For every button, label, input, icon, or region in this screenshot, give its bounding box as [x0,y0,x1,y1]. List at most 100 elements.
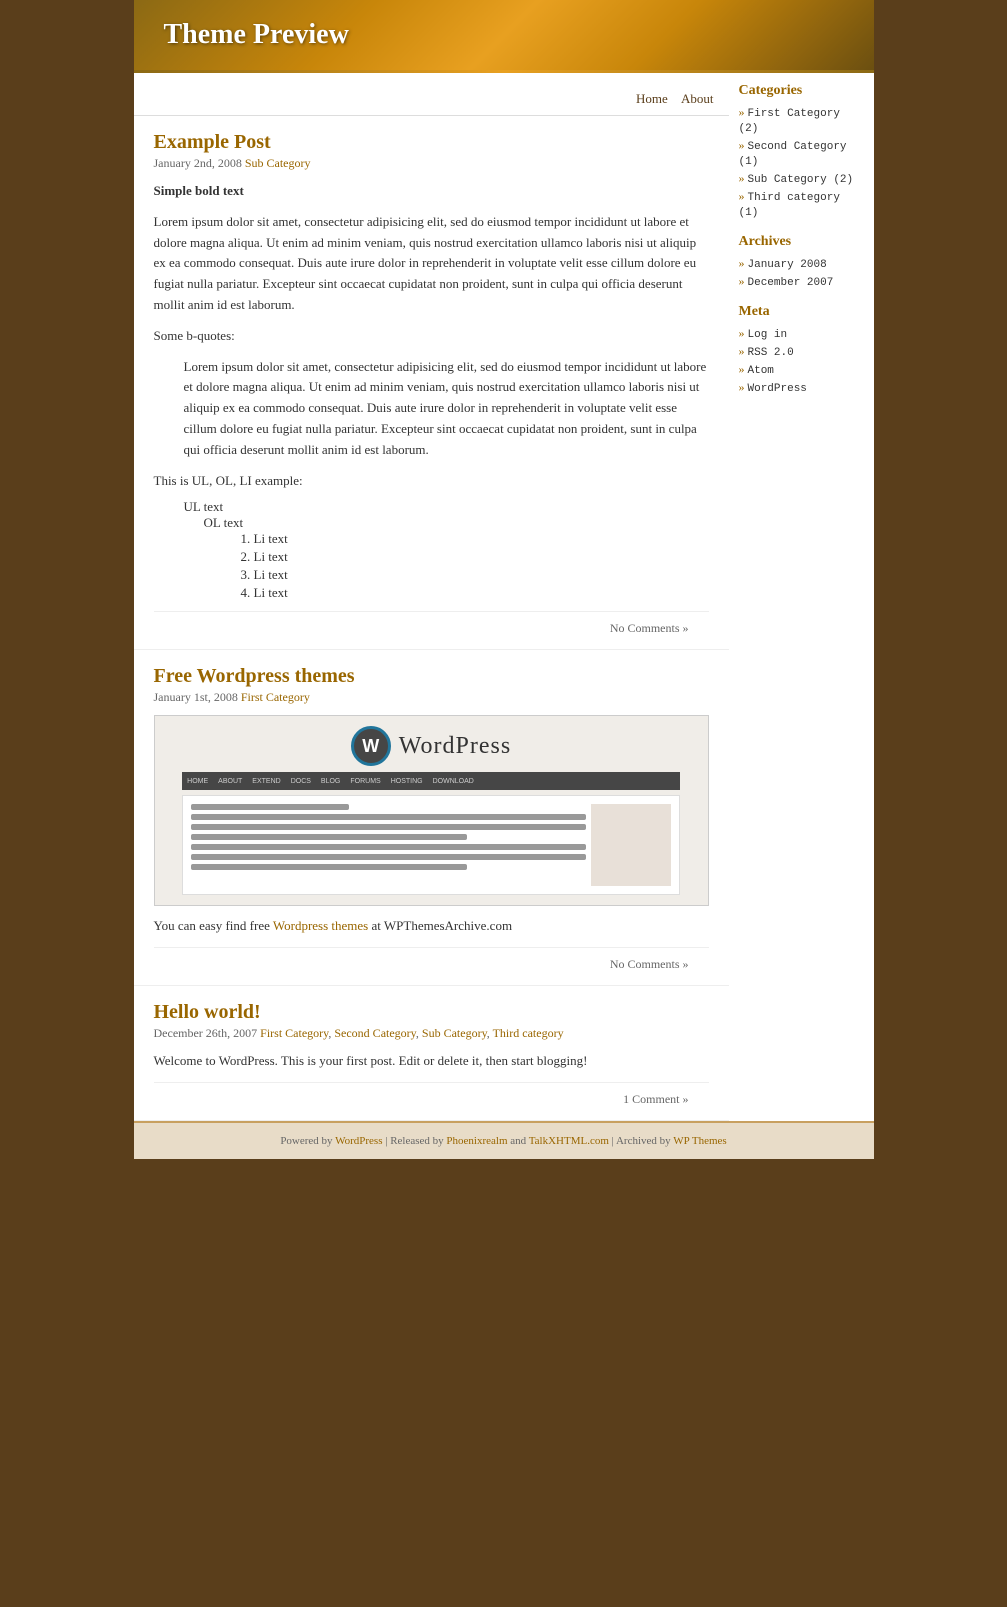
site-title: Theme Preview [164,19,349,51]
post-example-blockquote: Lorem ipsum dolor sit amet, consectetur … [184,357,709,461]
site-header: Theme Preview [134,0,874,70]
wordpress-image-container: W WordPress HOME ABOUT EXTEND DOCS BLOG … [154,715,709,906]
wp-text-line [191,864,467,870]
post-hello-world-title[interactable]: Hello world! [154,1001,261,1023]
post-example-footer: No Comments » [154,611,709,644]
wp-right-content [591,804,671,886]
list-item: Li text [254,585,709,601]
wp-text-line [191,814,586,820]
post-example-blockquote-text: Lorem ipsum dolor sit amet, consectetur … [184,359,707,457]
post-wp-themes-meta: January 1st, 2008 First Category [154,690,709,705]
sidebar-meta-login[interactable]: Log in [748,329,788,341]
sidebar-categories-list: First Category (2) Second Category (1) S… [739,105,864,219]
post-example-category[interactable]: Sub Category [245,156,311,170]
post-example-ul-ol-label: This is UL, OL, LI example: [154,471,709,492]
wp-nav-docs: DOCS [291,778,311,785]
footer-and-text: and [508,1135,529,1147]
list-item: Li text [254,531,709,547]
post-example-bquotes-label: Some b-quotes: [154,326,709,347]
post-wp-themes-no-comments[interactable]: No Comments » [610,957,689,971]
sidebar-meta-title: Meta [739,304,864,320]
nav-home[interactable]: Home [636,91,668,106]
post-wp-themes-link[interactable]: Wordpress themes [273,918,368,933]
sidebar-archive-1[interactable]: January 2008 [748,259,827,271]
ol-label: OL text Li text Li text Li text Li text [204,515,709,601]
list-item: RSS 2.0 [739,344,864,359]
ul-item: UL text OL text Li text Li text Li text [184,499,709,601]
sidebar-archives-title: Archives [739,234,864,250]
wp-nav-home: HOME [187,778,208,785]
post-example-date: January 2nd, 2008 [154,156,242,170]
footer-wpthemes-link[interactable]: WP Themes [673,1135,726,1147]
ol-sublist: OL text Li text Li text Li text Li text [204,515,709,601]
list-item: Sub Category (2) [739,171,864,186]
post-hello-cat2[interactable]: Second Category [334,1026,416,1040]
footer-released-prefix: | Released by [383,1135,447,1147]
footer-talkxhtml-link[interactable]: TalkXHTML.com [529,1135,609,1147]
list-item: First Category (2) [739,105,864,135]
sidebar-meta-wordpress[interactable]: WordPress [748,383,807,395]
post-hello-world: Hello world! December 26th, 2007 First C… [134,986,729,1121]
list-item: December 2007 [739,274,864,289]
post-wp-themes: Free Wordpress themes January 1st, 2008 … [134,650,729,986]
wp-logo-bar: W WordPress [351,726,511,766]
footer-wordpress-link[interactable]: WordPress [335,1135,382,1147]
list-item: Atom [739,362,864,377]
wp-nav-extend: EXTEND [252,778,280,785]
sidebar-archives-list: January 2008 December 2007 [739,256,864,289]
post-wp-themes-title[interactable]: Free Wordpress themes [154,665,355,687]
post-hello-world-date: December 26th, 2007 [154,1026,258,1040]
post-wp-themes-footer: No Comments » [154,947,709,980]
wp-text-line [191,804,349,810]
sidebar-archives-section: Archives January 2008 December 2007 [739,234,864,289]
post-example-no-comments[interactable]: No Comments » [610,621,689,635]
sidebar-meta-list: Log in RSS 2.0 Atom WordPress [739,326,864,395]
sidebar-meta-section: Meta Log in RSS 2.0 Atom WordPress [739,304,864,395]
wordpress-image-mockup: W WordPress HOME ABOUT EXTEND DOCS BLOG … [155,716,708,905]
post-example-ul-list: UL text OL text Li text Li text Li text [184,499,709,601]
content-area: Home About Example Post January 2nd, 200… [134,73,729,1121]
list-item: Third category (1) [739,189,864,219]
sidebar-meta-atom[interactable]: Atom [748,365,774,377]
post-wp-themes-category[interactable]: First Category [241,690,310,704]
sidebar: Categories First Category (2) Second Cat… [729,73,874,1121]
wp-text-line [191,824,586,830]
sidebar-archive-2[interactable]: December 2007 [748,277,834,289]
wp-text-line [191,834,467,840]
sidebar-meta-rss[interactable]: RSS 2.0 [748,347,794,359]
post-hello-world-comment[interactable]: 1 Comment » [623,1092,688,1106]
footer-archived-prefix: | Archived by [609,1135,673,1147]
wp-nav-blog: BLOG [321,778,340,785]
post-hello-cat1[interactable]: First Category [260,1026,328,1040]
post-hello-cat3[interactable]: Sub Category [422,1026,487,1040]
list-item: Li text [254,549,709,565]
wp-logo-circle: W [351,726,391,766]
sidebar-cat-2[interactable]: Second Category (1) [739,141,847,168]
nav-about[interactable]: About [681,91,714,106]
nav-bar: Home About [134,83,729,116]
sidebar-cat-1[interactable]: First Category (2) [739,108,840,135]
list-item: Li text [254,567,709,583]
sidebar-cat-4[interactable]: Third category (1) [739,192,840,219]
post-example: Example Post January 2nd, 2008 Sub Categ… [134,116,729,650]
post-hello-world-content: Welcome to WordPress. This is your first… [154,1051,709,1072]
list-item: WordPress [739,380,864,395]
wp-text-line [191,854,586,860]
wp-nav-about: ABOUT [218,778,242,785]
sidebar-categories-section: Categories First Category (2) Second Cat… [739,83,864,219]
post-example-title[interactable]: Example Post [154,131,271,153]
main-container: Home About Example Post January 2nd, 200… [134,73,874,1121]
list-item: Second Category (1) [739,138,864,168]
post-hello-world-meta: December 26th, 2007 First Category, Seco… [154,1026,709,1041]
post-example-bold-heading: Simple bold text [154,181,709,202]
footer-powered-prefix: Powered by [280,1135,335,1147]
sidebar-cat-3[interactable]: Sub Category (2) [748,174,854,186]
wp-nav-forums: FORUMS [350,778,380,785]
wp-nav-download: DOWNLOAD [433,778,474,785]
footer-phoenixrealm-link[interactable]: Phoenixrealm [446,1135,507,1147]
wp-text-line [191,844,586,850]
post-example-content: Simple bold text Lorem ipsum dolor sit a… [154,181,709,601]
post-example-list-section: This is UL, OL, LI example: UL text OL t… [154,471,709,602]
post-hello-cat4[interactable]: Third category [493,1026,564,1040]
post-example-meta: January 2nd, 2008 Sub Category [154,156,709,171]
